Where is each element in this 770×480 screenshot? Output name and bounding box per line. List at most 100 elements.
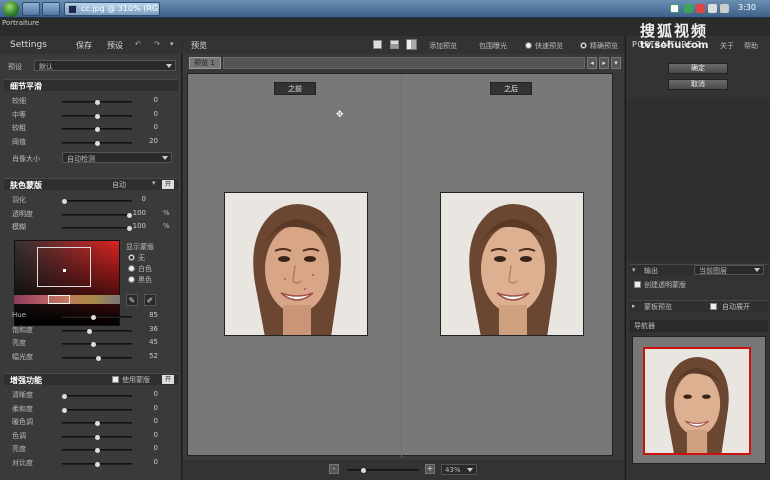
section-detail-smoothing[interactable]: 细节平滑 (4, 79, 178, 91)
hue-range[interactable] (48, 295, 70, 304)
help-button[interactable]: 帮助 (744, 41, 758, 51)
slider-knob[interactable] (62, 394, 67, 399)
save-button[interactable]: 保存 (76, 40, 92, 51)
slider-track[interactable] (62, 127, 132, 132)
color-sample-point[interactable] (63, 269, 66, 272)
slider-track[interactable] (62, 212, 132, 218)
slider-knob[interactable] (62, 407, 67, 413)
slider-value[interactable]: 36 (136, 325, 158, 333)
slider-value[interactable]: 85 (136, 311, 158, 319)
section-skin-mask[interactable]: 肤色蒙版 自动 ▾ 开 (4, 178, 178, 190)
undo-icon[interactable]: ↶ (135, 40, 141, 48)
zoom-in-icon[interactable]: + (425, 464, 435, 474)
slider-track[interactable] (62, 100, 132, 105)
use-mask-checkbox[interactable] (112, 376, 119, 383)
slider-track[interactable] (62, 448, 132, 453)
cancel-button[interactable]: 取消 (668, 79, 728, 90)
about-button[interactable]: 关于 (720, 41, 734, 51)
slider-value[interactable]: 0 (136, 123, 158, 131)
zoom-out-icon[interactable]: - (329, 464, 339, 474)
network-icon[interactable] (708, 4, 717, 13)
split-horizontal-icon[interactable] (390, 40, 399, 49)
zoom-slider-knob[interactable] (360, 468, 366, 473)
zoom-slider[interactable] (347, 468, 419, 473)
slider-value[interactable]: 0 (136, 390, 158, 398)
hue-strip[interactable] (14, 295, 120, 304)
slider-knob[interactable] (86, 328, 92, 334)
enhancements-toggle[interactable]: 开 (162, 375, 174, 384)
split-divider[interactable] (401, 74, 402, 457)
preset-button[interactable]: 预设 (107, 40, 123, 51)
slider-value[interactable]: 100 (124, 209, 146, 217)
tab-prev-icon[interactable]: ◂ (587, 57, 597, 69)
precise-preview-radio[interactable] (580, 42, 587, 49)
tab-menu-icon[interactable]: ▾ (611, 57, 621, 69)
split-vertical-icon[interactable] (406, 39, 417, 50)
eyedropper-icon[interactable]: ✎ (126, 294, 138, 306)
slider-track[interactable] (62, 328, 132, 334)
taskbar-item-explorer[interactable] (42, 2, 60, 16)
tray-alert-icon[interactable] (696, 4, 705, 13)
slider-track[interactable] (62, 434, 132, 440)
slider-track[interactable] (62, 394, 132, 399)
slider-knob[interactable] (91, 342, 97, 347)
tab-next-icon[interactable]: ▸ (599, 57, 609, 69)
skin-mask-toggle[interactable]: 开 (162, 180, 174, 189)
quick-preview-radio[interactable] (525, 42, 532, 49)
slider-value[interactable]: 0 (136, 444, 158, 452)
section-mask-preview[interactable]: ▸ 蒙板预览 自动展开 (630, 300, 768, 312)
slider-value[interactable]: 100 (124, 222, 146, 230)
eyedropper-add-icon[interactable]: ✐ (144, 294, 156, 306)
output-dropdown[interactable]: 当前图层 (694, 265, 764, 275)
slider-track[interactable] (62, 140, 132, 146)
color-range-box[interactable] (37, 247, 91, 287)
slider-knob[interactable] (94, 100, 100, 105)
single-view-icon[interactable] (373, 40, 382, 49)
slider-track[interactable] (62, 421, 132, 426)
slider-value[interactable]: 0 (136, 431, 158, 439)
slider-value[interactable]: 0 (136, 96, 158, 104)
tab-preview-1[interactable]: 预览 1 (189, 57, 221, 69)
slider-value[interactable]: 0 (124, 195, 146, 203)
slider-value[interactable]: 0 (136, 110, 158, 118)
slider-knob[interactable] (94, 434, 100, 440)
slider-knob[interactable] (94, 448, 100, 453)
create-mask-checkbox[interactable] (634, 281, 641, 288)
slider-knob[interactable] (94, 113, 100, 119)
slider-knob[interactable] (94, 421, 100, 426)
slider-knob[interactable] (95, 355, 101, 361)
clock[interactable]: 3:30 (738, 3, 756, 12)
slider-value[interactable]: 20 (136, 137, 158, 145)
slider-knob[interactable] (94, 127, 100, 132)
portrait-size-dropdown[interactable]: 自动检测 (62, 152, 172, 163)
preview-canvas[interactable]: 之前 之后 ✥ (187, 73, 613, 457)
redo-icon[interactable]: ↷ (154, 40, 160, 48)
ok-button[interactable]: 确定 (668, 63, 728, 74)
mask-radio[interactable] (128, 276, 135, 283)
bracket-exposure-button[interactable]: 包围曝光 (479, 41, 507, 51)
panel-menu-icon[interactable]: ▾ (170, 40, 174, 48)
slider-knob[interactable] (94, 461, 100, 467)
auto-expand-checkbox[interactable] (710, 303, 717, 310)
chevron-down-icon[interactable]: ▾ (152, 179, 156, 187)
zoom-dropdown[interactable]: 43% (441, 464, 477, 475)
slider-track[interactable] (62, 315, 132, 320)
taskbar-item-photoshop[interactable]: cc.jpg @ 310% (RG... (64, 2, 160, 16)
slider-value[interactable]: 45 (136, 338, 158, 346)
slider-knob[interactable] (91, 315, 97, 320)
slider-knob[interactable] (94, 140, 100, 146)
slider-track[interactable] (62, 226, 132, 231)
navigator-thumbnail[interactable] (643, 347, 751, 455)
skin-mask-mode[interactable]: 自动 (112, 180, 126, 190)
tray-app-icon[interactable] (670, 4, 679, 13)
slider-track[interactable] (62, 355, 132, 361)
mask-radio[interactable] (128, 254, 135, 261)
slider-track[interactable] (62, 342, 132, 347)
start-button[interactable] (3, 1, 19, 17)
slider-track[interactable] (62, 461, 132, 467)
slider-track[interactable] (62, 113, 132, 119)
slider-value[interactable]: 0 (136, 404, 158, 412)
volume-icon[interactable] (720, 4, 729, 13)
taskbar-item-ie[interactable] (22, 2, 40, 16)
slider-track[interactable] (62, 407, 132, 413)
